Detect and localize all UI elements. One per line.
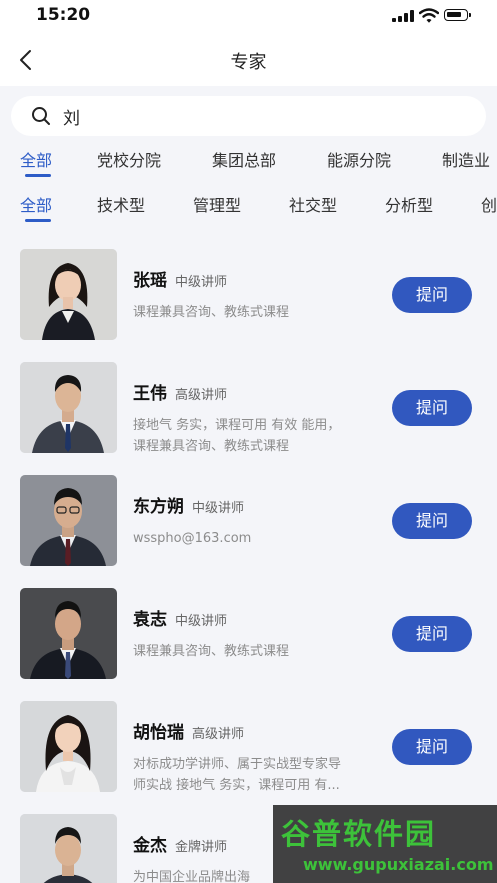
watermark: 谷普软件园 www.gupuxiazai.com bbox=[273, 805, 497, 883]
expert-name: 金杰 金牌讲师 bbox=[133, 831, 227, 856]
expert-name: 袁志 中级讲师 bbox=[133, 605, 227, 630]
tab-type-all[interactable]: 全部 bbox=[20, 192, 52, 216]
avatar bbox=[20, 701, 117, 792]
active-tab-indicator bbox=[25, 174, 51, 177]
status-time: 15:20 bbox=[36, 5, 91, 25]
avatar bbox=[20, 475, 117, 566]
expert-name: 东方朔 中级讲师 bbox=[133, 492, 244, 517]
expert-name: 王伟 高级讲师 bbox=[133, 379, 227, 404]
tab-type-social[interactable]: 社交型 bbox=[289, 192, 337, 216]
expert-name: 胡怡瑞 高级讲师 bbox=[133, 718, 244, 743]
expert-level: 高级讲师 bbox=[192, 727, 245, 742]
watermark-url: www.gupuxiazai.com bbox=[303, 855, 494, 874]
signal-icon bbox=[392, 10, 414, 22]
expert-description-line: 接地气 务实，课程可用 有效 能用， bbox=[133, 418, 341, 433]
tab-type-technical[interactable]: 技术型 bbox=[97, 192, 145, 216]
nav-bar: 专家 bbox=[0, 34, 497, 86]
expert-name-text: 胡怡瑞 bbox=[133, 723, 184, 743]
expert-name-text: 袁志 bbox=[133, 610, 167, 630]
expert-name-text: 张瑶 bbox=[133, 271, 167, 291]
expert-list: 张瑶 中级讲师 课程兼具咨询、教练式课程 提问 王伟 高级讲师 接地气 务实，课程可… bbox=[0, 238, 497, 883]
expert-name-text: 金杰 bbox=[133, 836, 167, 856]
avatar bbox=[20, 814, 117, 883]
search-box[interactable] bbox=[11, 96, 486, 136]
expert-description: wsspho@163.com bbox=[133, 528, 383, 549]
page-title: 专家 bbox=[230, 52, 267, 73]
tab-type-creative[interactable]: 创 bbox=[481, 192, 497, 216]
type-tabs: 全部 技术型 管理型 社交型 分析型 创 bbox=[0, 188, 497, 222]
ask-button[interactable]: 提问 bbox=[392, 503, 472, 539]
expert-name: 张瑶 中级讲师 bbox=[133, 266, 227, 291]
tab-department-energy[interactable]: 能源分院 bbox=[327, 147, 391, 171]
ask-button[interactable]: 提问 bbox=[392, 390, 472, 426]
search-input[interactable] bbox=[63, 102, 463, 130]
avatar bbox=[20, 249, 117, 340]
expert-card[interactable]: 胡怡瑞 高级讲师 对标成功学讲师、属于实战型专家导 师实战 接地气 务实，课程可用 … bbox=[0, 690, 497, 804]
expert-description-line: 对标成功学讲师、属于实战型专家导 bbox=[133, 757, 342, 772]
expert-card[interactable]: 袁志 中级讲师 课程兼具咨询、教练式课程 提问 bbox=[0, 577, 497, 691]
expert-level: 高级讲师 bbox=[175, 388, 228, 403]
wifi-icon bbox=[419, 8, 439, 23]
expert-card[interactable]: 张瑶 中级讲师 课程兼具咨询、教练式课程 提问 bbox=[0, 238, 497, 352]
tab-department-party-school[interactable]: 党校分院 bbox=[97, 147, 161, 171]
tab-type-analytical[interactable]: 分析型 bbox=[385, 192, 433, 216]
tab-type-management[interactable]: 管理型 bbox=[193, 192, 241, 216]
tab-department-hq[interactable]: 集团总部 bbox=[212, 147, 276, 171]
tab-department-all[interactable]: 全部 bbox=[20, 147, 52, 171]
expert-description-line: 课程兼具咨询、教练式课程 bbox=[133, 644, 290, 659]
expert-description-line: wsspho@163.com bbox=[133, 531, 252, 546]
ask-button[interactable]: 提问 bbox=[392, 729, 472, 765]
expert-description: 接地气 务实，课程可用 有效 能用， 课程兼具咨询、教练式课程 bbox=[133, 415, 383, 457]
status-bar: 15:20 bbox=[0, 0, 497, 34]
department-tabs: 全部 党校分院 集团总部 能源分院 制造业 bbox=[0, 143, 497, 177]
expert-description-line: 课程兼具咨询、教练式课程 bbox=[133, 439, 290, 454]
search-icon bbox=[32, 107, 50, 125]
expert-description-line: 课程兼具咨询、教练式课程 bbox=[133, 305, 290, 320]
expert-name-text: 王伟 bbox=[133, 384, 167, 404]
avatar bbox=[20, 588, 117, 679]
expert-description-line: 师实战 接地气 务实，课程可用 有... bbox=[133, 778, 340, 793]
expert-name-text: 东方朔 bbox=[133, 497, 184, 517]
expert-level: 中级讲师 bbox=[192, 501, 245, 516]
expert-card[interactable]: 王伟 高级讲师 接地气 务实，课程可用 有效 能用， 课程兼具咨询、教练式课程 提问 bbox=[0, 351, 497, 465]
active-tab-indicator bbox=[25, 219, 51, 222]
expert-level: 金牌讲师 bbox=[175, 840, 228, 855]
expert-card[interactable]: 东方朔 中级讲师 wsspho@163.com 提问 bbox=[0, 464, 497, 578]
avatar bbox=[20, 362, 117, 453]
expert-level: 中级讲师 bbox=[175, 614, 228, 629]
battery-icon bbox=[444, 9, 471, 21]
expert-description: 对标成功学讲师、属于实战型专家导 师实战 接地气 务实，课程可用 有... bbox=[133, 754, 383, 796]
tab-department-manufacturing[interactable]: 制造业 bbox=[442, 147, 490, 171]
expert-description: 课程兼具咨询、教练式课程 bbox=[133, 302, 383, 323]
ask-button[interactable]: 提问 bbox=[392, 616, 472, 652]
expert-level: 中级讲师 bbox=[175, 275, 228, 290]
watermark-text: 谷普软件园 bbox=[281, 817, 437, 851]
ask-button[interactable]: 提问 bbox=[392, 277, 472, 313]
expert-description: 课程兼具咨询、教练式课程 bbox=[133, 641, 383, 662]
